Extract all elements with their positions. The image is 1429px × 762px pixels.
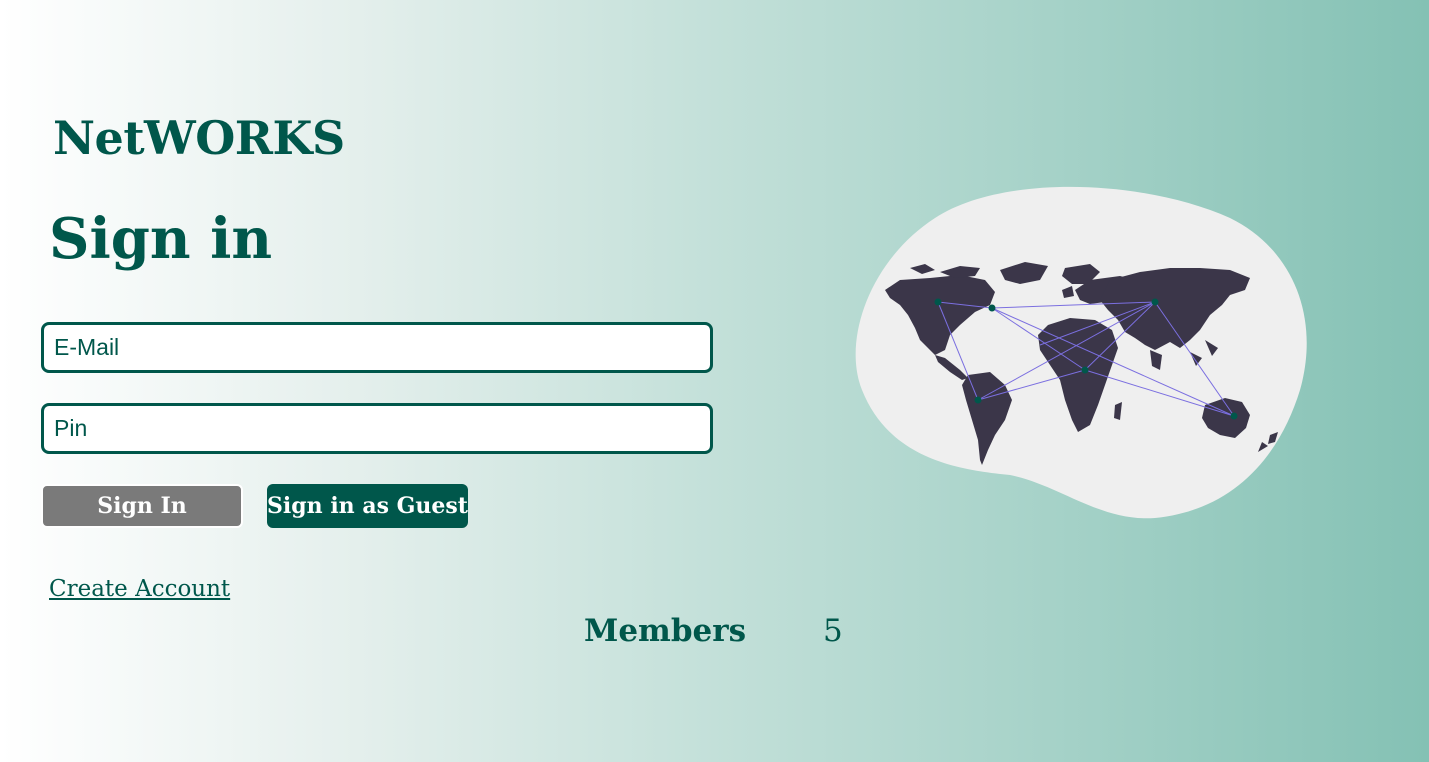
sign-in-button[interactable]: Sign In — [41, 484, 243, 528]
members-label: Members — [584, 613, 747, 649]
email-field[interactable] — [41, 322, 713, 373]
brand-logo: NetWORKS — [53, 111, 345, 165]
pin-field[interactable] — [41, 403, 713, 454]
page-title: Sign in — [49, 206, 273, 272]
world-network-map-icon — [855, 186, 1307, 519]
create-account-link[interactable]: Create Account — [49, 576, 230, 602]
members-count: 5 — [823, 613, 843, 649]
sign-in-guest-button[interactable]: Sign in as Guest — [267, 484, 468, 528]
